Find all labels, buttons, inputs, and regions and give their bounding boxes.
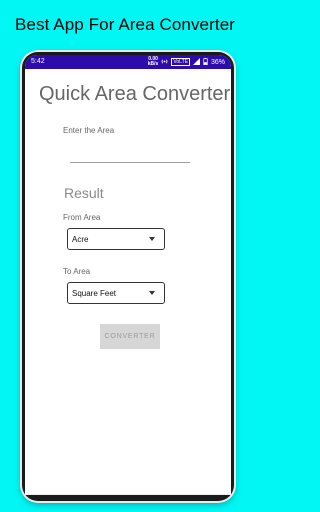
hotspot-icon (161, 58, 168, 67)
dropdown-arrow-icon (149, 237, 155, 241)
status-time: 5:42 (31, 58, 45, 65)
promo-headline: Best App For Area Converter (14, 15, 236, 34)
app-title: Quick Area Converter (39, 83, 231, 105)
from-area-select[interactable]: Acre (67, 228, 165, 250)
to-area-select[interactable]: Square Feet (67, 282, 165, 304)
from-area-label: From Area (63, 213, 101, 222)
to-area-value: Square Feet (72, 289, 117, 298)
battery-icon (203, 57, 208, 67)
to-area-label: To Area (63, 267, 91, 276)
network-speed: 0.00 kB/s (148, 57, 159, 67)
volte-badge: VoLTE (171, 58, 190, 66)
phone-frame: 5:42 0.00 kB/s VoLTE 36% Quick Area Conv… (22, 52, 234, 501)
area-input[interactable] (70, 162, 190, 163)
from-area-value: Acre (72, 235, 89, 244)
screen-bottom-edge (25, 494, 231, 495)
enter-area-label: Enter the Area (63, 126, 115, 135)
dropdown-arrow-icon (149, 291, 155, 295)
status-icons: 0.00 kB/s VoLTE 36% (148, 57, 225, 67)
status-bar: 5:42 0.00 kB/s VoLTE 36% (25, 55, 231, 69)
app-screen: 5:42 0.00 kB/s VoLTE 36% Quick Area Conv… (25, 55, 231, 495)
network-speed-unit: kB/s (147, 61, 159, 67)
battery-percent: 36% (210, 58, 225, 66)
result-label: Result (64, 185, 104, 201)
signal-icon (192, 57, 200, 67)
convert-button[interactable]: CONVERTER (100, 324, 160, 349)
